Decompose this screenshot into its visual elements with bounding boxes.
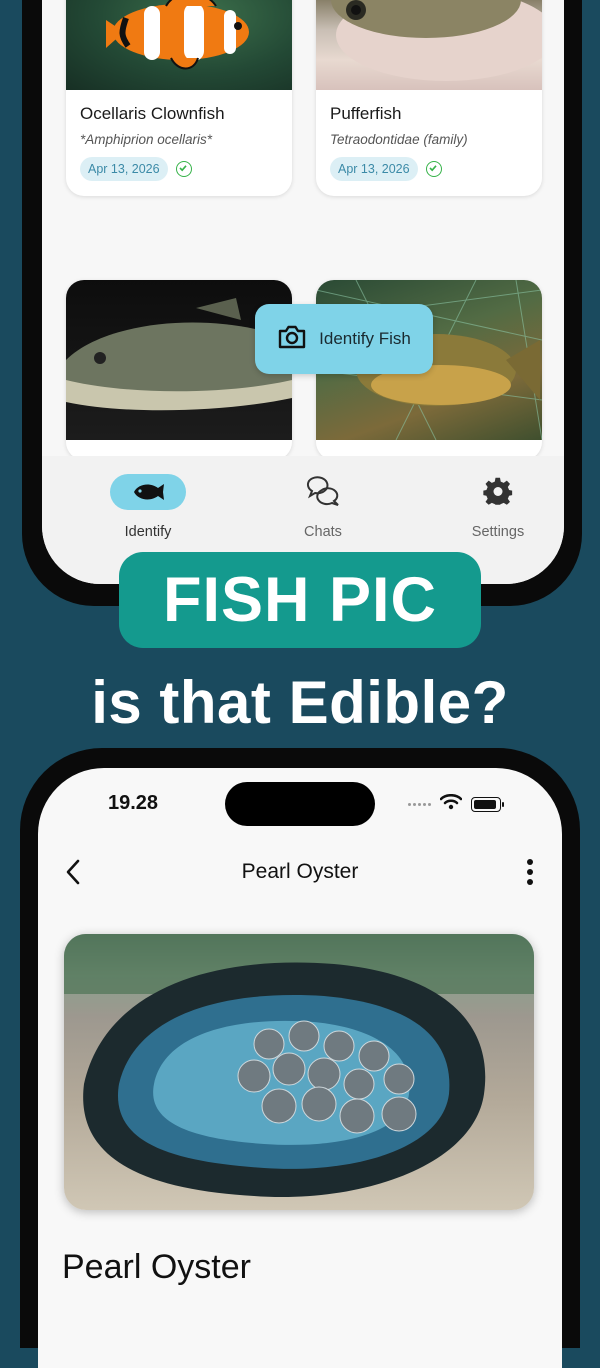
date-badge: Apr 13, 2026 xyxy=(80,157,168,181)
page-title: Pearl Oyster xyxy=(241,860,359,883)
status-time: 19.28 xyxy=(108,792,159,814)
detail-title: Pearl Oyster xyxy=(62,1248,251,1286)
nav-label: Identify xyxy=(124,524,172,540)
fish-card-bass[interactable] xyxy=(66,280,292,460)
wifi-icon xyxy=(439,793,463,815)
top-phone-screen: Ocellaris Clownfish *Amphiprion ocellari… xyxy=(42,0,564,584)
fish-name: Ocellaris Clownfish xyxy=(80,104,225,123)
fish-card-clownfish[interactable]: Ocellaris Clownfish *Amphiprion ocellari… xyxy=(66,0,292,196)
signal-dots-icon xyxy=(408,803,431,806)
battery-icon xyxy=(471,797,504,812)
nav-label: Settings xyxy=(471,524,525,540)
gear-icon xyxy=(460,474,536,510)
nav-item-chats[interactable]: Chats xyxy=(258,474,388,540)
date-badge: Apr 13, 2026 xyxy=(330,157,418,181)
pufferfish-image xyxy=(316,0,542,90)
verified-check-icon xyxy=(425,161,442,177)
nav-item-settings[interactable]: Settings xyxy=(433,474,563,540)
status-icons xyxy=(408,793,504,815)
bottom-phone-screen: 19.28 Pearl Oyster Pearl Oyster xyxy=(38,768,562,1368)
banner-text: FISH PIC xyxy=(162,565,438,635)
dynamic-island xyxy=(225,782,375,826)
verified-check-icon xyxy=(175,161,192,177)
detail-header: Pearl Oyster xyxy=(38,852,562,892)
identify-fish-label: Identify Fish xyxy=(319,329,411,348)
bottom-phone-frame: 19.28 Pearl Oyster Pearl Oyster xyxy=(20,748,580,1368)
nav-item-identify[interactable]: Identify xyxy=(83,474,213,540)
fish-name: Pufferfish xyxy=(330,104,402,123)
fish-scientific-name: *Amphiprion ocellaris* xyxy=(80,132,213,147)
fish-icon xyxy=(110,474,186,510)
fish-scientific-name: Tetraodontidae (family) xyxy=(330,132,468,147)
top-phone-frame: Ocellaris Clownfish *Amphiprion ocellari… xyxy=(22,0,582,606)
chat-bubbles-icon xyxy=(285,474,361,510)
fish-card-pufferfish[interactable]: Pufferfish Tetraodontidae (family) Apr 1… xyxy=(316,0,542,196)
headline-banner: FISH PIC xyxy=(119,552,481,648)
more-options-icon[interactable] xyxy=(526,858,534,891)
nav-label: Chats xyxy=(304,524,342,540)
camera-icon xyxy=(277,324,307,355)
clownfish-image xyxy=(66,0,292,90)
headline-subtitle: is that Edible? xyxy=(91,669,509,736)
identify-fish-button[interactable]: Identify Fish xyxy=(255,304,433,374)
pearl-oyster-image xyxy=(64,934,534,1210)
